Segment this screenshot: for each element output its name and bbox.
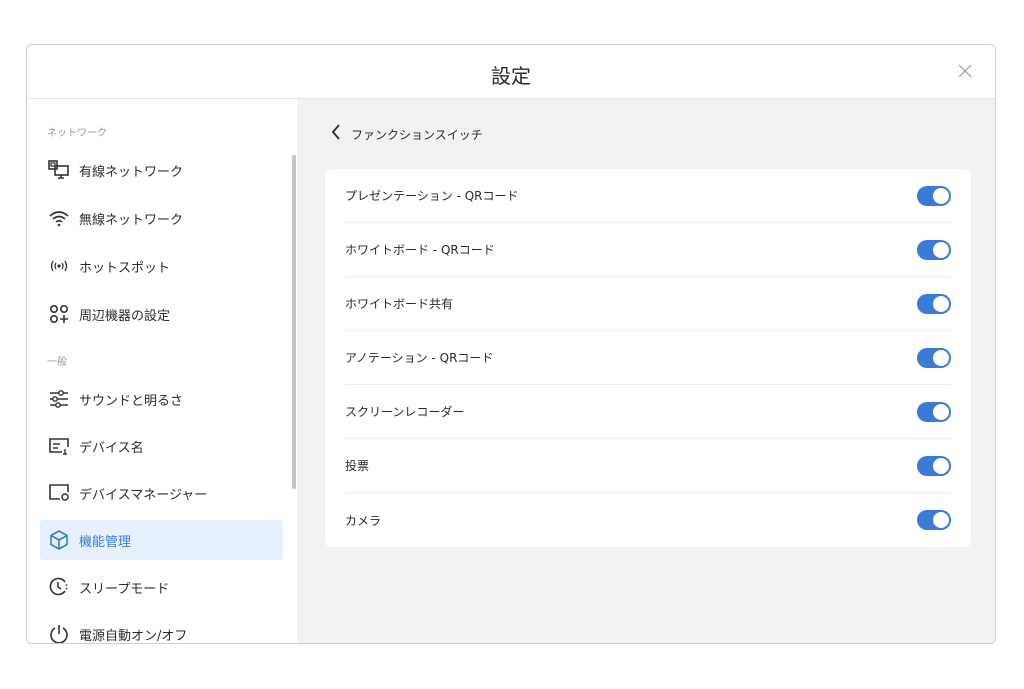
toggle-row-camera: カメラ [345, 493, 951, 547]
sidebar-item-sound-brightness[interactable]: サウンドと明るさ [40, 379, 283, 419]
toggle-switch[interactable] [917, 239, 951, 260]
device-name-icon [47, 434, 71, 458]
toggle-row-whiteboard-share: ホワイトボード共有 [345, 277, 951, 331]
wired-network-icon [47, 158, 71, 182]
sidebar-item-device-name[interactable]: デバイス名 [40, 426, 283, 466]
toggle-knob [933, 349, 949, 366]
toggle-row-voting: 投票 [345, 439, 951, 493]
toggle-label: アノテーション - QRコード [345, 351, 494, 365]
toggle-label: ホワイトボード共有 [345, 297, 454, 311]
toggle-label: スクリーンレコーダー [345, 405, 465, 419]
sidebar-item-label: 機能管理 [79, 534, 132, 550]
sidebar-item-wireless-network[interactable]: 無線ネットワーク [40, 198, 283, 238]
hotspot-icon [47, 254, 71, 278]
toggle-label: 投票 [345, 459, 370, 473]
dialog-title: 設定 [491, 64, 531, 88]
toggle-switch[interactable] [917, 455, 951, 476]
settings-dialog: 設定 ネットワーク 有線ネットワーク 無線ネットワーク ホットスポット 周辺機器… [26, 44, 996, 644]
toggle-switch[interactable] [917, 293, 951, 314]
wifi-icon [47, 206, 71, 230]
back-button[interactable]: ファンクションスイッチ [331, 124, 483, 144]
sidebar-item-label: デバイスマネージャー [79, 487, 208, 503]
sliders-icon [47, 387, 71, 411]
dialog-titlebar: 設定 [27, 45, 995, 99]
peripherals-icon [47, 302, 71, 326]
sidebar-scrollbar[interactable] [292, 155, 296, 489]
toggle-knob [933, 295, 949, 312]
page-title: ファンクションスイッチ [351, 127, 483, 142]
sidebar-item-label: 周辺機器の設定 [79, 308, 171, 324]
content-panel: ファンクションスイッチ プレゼンテーション - QRコード ホワイトボード - … [297, 99, 995, 643]
toggle-switch[interactable] [917, 185, 951, 206]
toggle-row-screen-recorder: スクリーンレコーダー [345, 385, 951, 439]
sleep-clock-icon [47, 575, 71, 599]
sidebar-item-wired-network[interactable]: 有線ネットワーク [40, 150, 283, 190]
sidebar-item-label: サウンドと明るさ [79, 393, 184, 409]
sidebar-item-label: 電源自動オン/オフ [79, 628, 188, 644]
sidebar-item-device-manager[interactable]: デバイスマネージャー [40, 473, 283, 513]
close-icon[interactable] [957, 63, 973, 79]
toggle-switch[interactable] [917, 401, 951, 422]
toggle-switch[interactable] [917, 510, 951, 530]
sidebar-section-general: 一般 [47, 357, 67, 368]
sidebar-item-label: ホットスポット [79, 260, 171, 276]
toggle-list-card: プレゼンテーション - QRコード ホワイトボード - QRコード ホワイトボー… [325, 169, 971, 547]
sidebar-item-peripherals[interactable]: 周辺機器の設定 [40, 294, 283, 334]
cube-icon [47, 528, 71, 552]
toggle-label: カメラ [345, 513, 382, 528]
device-manager-icon [47, 481, 71, 505]
toggle-knob [933, 241, 949, 258]
sidebar-item-power-schedule[interactable]: 電源自動オン/オフ [40, 614, 283, 644]
toggle-row-presentation-qr: プレゼンテーション - QRコード [345, 169, 951, 223]
sidebar-section-network: ネットワーク [47, 128, 107, 139]
chevron-left-icon [331, 124, 341, 144]
toggle-knob [933, 187, 949, 204]
toggle-row-annotation-qr: アノテーション - QRコード [345, 331, 951, 385]
toggle-label: プレゼンテーション - QRコード [345, 189, 519, 203]
sidebar: ネットワーク 有線ネットワーク 無線ネットワーク ホットスポット 周辺機器の設定 [27, 99, 297, 643]
toggle-knob [933, 457, 949, 474]
sidebar-item-label: 有線ネットワーク [79, 164, 184, 180]
sidebar-item-label: デバイス名 [79, 440, 144, 456]
sidebar-item-sleep-mode[interactable]: スリープモード [40, 567, 283, 607]
toggle-knob [933, 403, 949, 420]
sidebar-item-feature-management[interactable]: 機能管理 [40, 520, 283, 560]
toggle-row-whiteboard-qr: ホワイトボード - QRコード [345, 223, 951, 277]
sidebar-item-label: 無線ネットワーク [79, 212, 184, 228]
sidebar-item-hotspot[interactable]: ホットスポット [40, 246, 283, 286]
sidebar-item-label: スリープモード [79, 581, 170, 597]
power-icon [47, 622, 71, 643]
toggle-knob [933, 512, 949, 528]
toggle-switch[interactable] [917, 347, 951, 368]
toggle-label: ホワイトボード - QRコード [345, 243, 495, 257]
